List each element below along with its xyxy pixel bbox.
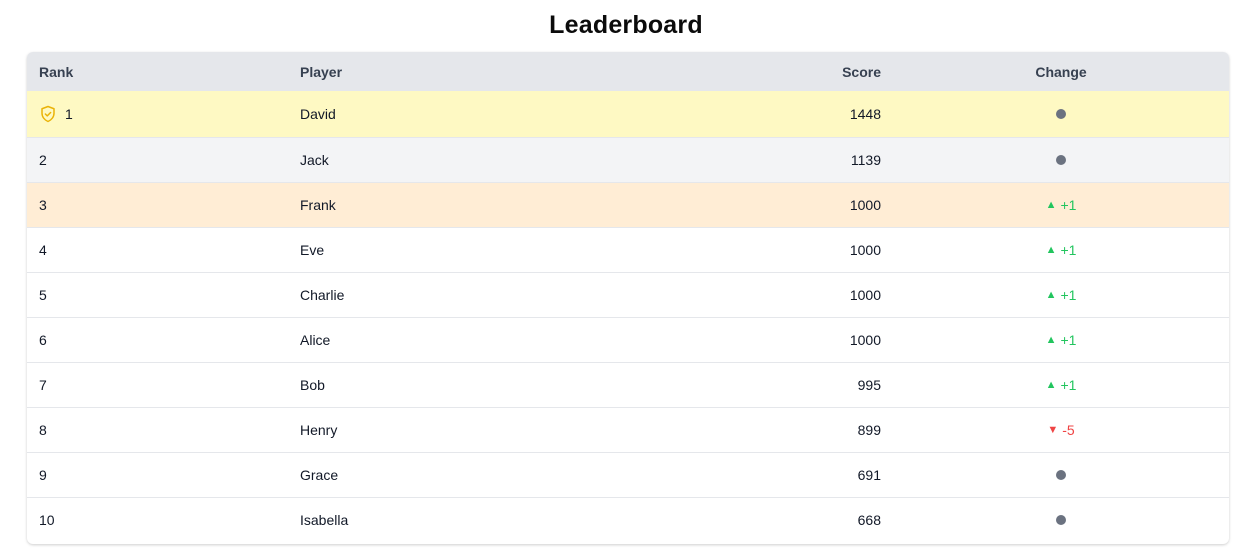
rank-value: 4 <box>39 242 47 258</box>
table-row: 5 Charlie 1000 ▲ +1 <box>27 272 1229 317</box>
change-cell: ▲ +1 <box>961 318 1161 362</box>
rank-column-header: Rank <box>39 63 74 80</box>
change-cell <box>961 453 1161 497</box>
player-name: Eve <box>300 242 325 258</box>
change-cell <box>961 91 1161 137</box>
leaderboard-table: Rank Player Score Change 1 David 1448 2 Jack… <box>27 52 1229 544</box>
rank-cell: 9 <box>39 453 279 497</box>
change-cell <box>961 498 1161 542</box>
table-row: 8 Henry 899 ▼ -5 <box>27 407 1229 452</box>
player-name: Bob <box>300 377 325 393</box>
score-column-header: Score <box>842 63 881 80</box>
change-column-header: Change <box>1035 63 1087 80</box>
change-value: +1 <box>1060 197 1077 213</box>
change-indicator: ▲ +1 <box>1046 197 1077 213</box>
rank-cell: 1 <box>39 91 279 137</box>
player-name: Jack <box>300 152 329 168</box>
dot-icon <box>1056 155 1066 165</box>
score-value: 1139 <box>850 152 881 168</box>
rank-cell: 6 <box>39 318 279 362</box>
table-row: 6 Alice 1000 ▲ +1 <box>27 317 1229 362</box>
change-indicator: ▲ +1 <box>1046 377 1077 393</box>
score-value: 668 <box>857 512 881 528</box>
rank-cell: 3 <box>39 183 279 227</box>
rank-value: 10 <box>39 512 55 528</box>
table-body: 1 David 1448 2 Jack 1139 3 Frank 1000 ▲ +1 4 Eve 1000… <box>27 91 1229 542</box>
triangle-down-icon: ▼ <box>1047 424 1059 436</box>
rank-cell: 7 <box>39 363 279 407</box>
score-value: 1448 <box>849 106 881 122</box>
shield-check-icon <box>39 105 57 123</box>
change-value: +1 <box>1060 332 1077 348</box>
score-value: 1000 <box>849 287 881 303</box>
change-indicator: ▲ +1 <box>1046 332 1077 348</box>
rank-cell: 10 <box>39 498 279 542</box>
change-cell: ▲ +1 <box>961 183 1161 227</box>
player-name: Henry <box>300 422 338 438</box>
change-value: -5 <box>1062 422 1075 438</box>
table-row: 2 Jack 1139 <box>27 137 1229 182</box>
change-cell: ▲ +1 <box>961 363 1161 407</box>
rank-cell: 5 <box>39 273 279 317</box>
rank-cell: 8 <box>39 408 279 452</box>
table-row: 10 Isabella 668 <box>27 497 1229 542</box>
player-name: Grace <box>300 467 339 483</box>
triangle-up-icon: ▲ <box>1045 199 1057 211</box>
table-row: 9 Grace 691 <box>27 452 1229 497</box>
triangle-up-icon: ▲ <box>1045 334 1057 346</box>
rank-value: 1 <box>65 106 73 122</box>
player-name: Frank <box>300 197 336 213</box>
triangle-up-icon: ▲ <box>1045 379 1057 391</box>
change-cell <box>961 138 1161 182</box>
rank-cell: 2 <box>39 138 279 182</box>
rank-value: 2 <box>39 152 47 168</box>
player-name: Alice <box>300 332 331 348</box>
player-name: Charlie <box>300 287 345 303</box>
table-row: 7 Bob 995 ▲ +1 <box>27 362 1229 407</box>
score-value: 1000 <box>849 242 881 258</box>
change-indicator: ▲ +1 <box>1046 242 1077 258</box>
rank-value: 6 <box>39 332 47 348</box>
change-value: +1 <box>1060 242 1077 258</box>
dot-icon <box>1056 109 1066 119</box>
dot-icon <box>1056 515 1066 525</box>
change-value: +1 <box>1060 377 1077 393</box>
page-title: Leaderboard <box>549 11 703 39</box>
rank-value: 9 <box>39 467 47 483</box>
triangle-up-icon: ▲ <box>1045 289 1057 301</box>
change-cell: ▲ +1 <box>961 228 1161 272</box>
rank-value: 8 <box>39 422 47 438</box>
rank-value: 5 <box>39 287 47 303</box>
dot-icon <box>1056 470 1066 480</box>
rank-value: 3 <box>39 197 47 213</box>
player-name: Isabella <box>300 512 349 528</box>
rank-value: 7 <box>39 377 47 393</box>
table-header: Rank Player Score Change <box>27 52 1229 91</box>
change-indicator: ▼ -5 <box>1047 422 1074 438</box>
score-value: 1000 <box>849 332 881 348</box>
score-value: 899 <box>857 422 881 438</box>
change-indicator: ▲ +1 <box>1046 287 1077 303</box>
player-column-header: Player <box>300 63 343 80</box>
table-row: 1 David 1448 <box>27 91 1229 137</box>
table-row: 3 Frank 1000 ▲ +1 <box>27 182 1229 227</box>
score-value: 691 <box>857 467 881 483</box>
score-value: 1000 <box>849 197 881 213</box>
table-row: 4 Eve 1000 ▲ +1 <box>27 227 1229 272</box>
score-value: 995 <box>857 377 881 393</box>
leaderboard-page: Leaderboard Rank Player Score Change 1 Da… <box>0 0 1252 557</box>
change-cell: ▼ -5 <box>961 408 1161 452</box>
change-value: +1 <box>1060 287 1077 303</box>
rank-cell: 4 <box>39 228 279 272</box>
triangle-up-icon: ▲ <box>1045 244 1057 256</box>
change-cell: ▲ +1 <box>961 273 1161 317</box>
player-name: David <box>300 106 336 122</box>
